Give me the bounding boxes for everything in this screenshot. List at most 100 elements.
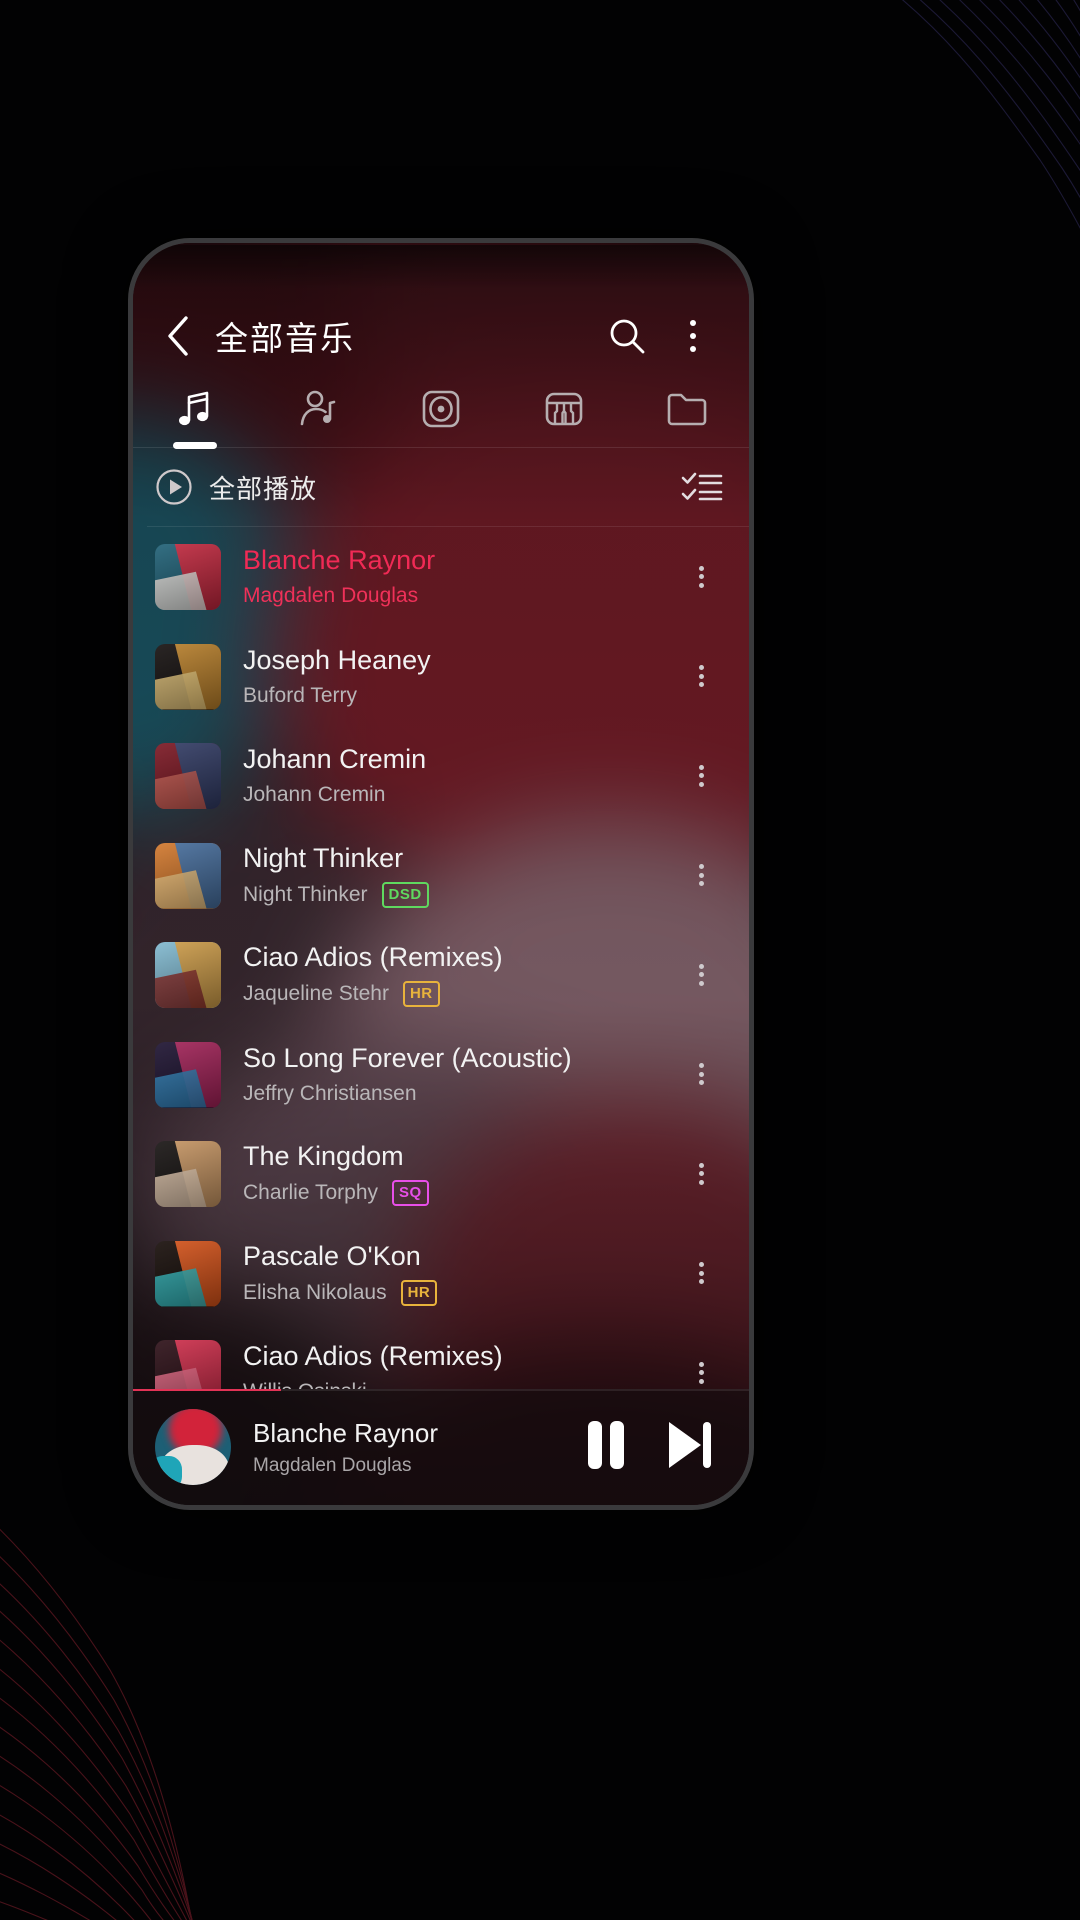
- song-artist-line: Elisha Nikolaus HR: [243, 1279, 438, 1306]
- now-playing-controls: [583, 1417, 715, 1478]
- now-playing-artist: Magdalen Douglas: [253, 1454, 412, 1476]
- song-artist: Magdalen Douglas: [243, 584, 419, 608]
- quality-badge: DSD: [381, 881, 429, 908]
- album-disc-icon: [422, 390, 460, 428]
- song-meta: Night Thinker Night Thinker DSD: [243, 843, 429, 908]
- play-circle-icon: [156, 469, 192, 505]
- next-button[interactable]: [663, 1417, 715, 1478]
- appbar-actions: [597, 306, 723, 366]
- song-meta: The Kingdom Charlie Torphy SQ: [243, 1141, 429, 1207]
- song-overflow-button[interactable]: [675, 1323, 727, 1389]
- song-meta: Joseph Heaney Buford Terry: [243, 645, 431, 708]
- phone-screen: 全部音乐 全部播放 Blanche Raynor Magdalen Dougla…: [133, 243, 749, 1505]
- song-title: Ciao Adios (Remixes): [243, 1341, 503, 1372]
- song-artist-line: Night Thinker DSD: [243, 881, 429, 908]
- appbar-top-accent-line: [133, 243, 749, 245]
- tabs-divider: [133, 447, 749, 448]
- song-artist-line: Charlie Torphy SQ: [243, 1180, 429, 1207]
- appbar-title-row: 全部音乐: [133, 301, 749, 371]
- song-row[interactable]: Ciao Adios (Remixes) Willis Osinski: [133, 1323, 749, 1389]
- song-title: Night Thinker: [243, 842, 404, 873]
- tab-genres[interactable]: [503, 371, 626, 447]
- album-art-thumbnail: [155, 1240, 221, 1307]
- song-artist-line: Buford Terry: [243, 684, 431, 708]
- song-meta: Blanche Raynor Magdalen Douglas: [243, 545, 435, 608]
- song-title: Pascale O'Kon: [243, 1240, 421, 1271]
- song-overflow-button[interactable]: [675, 527, 727, 627]
- album-art-thumbnail: [155, 1041, 221, 1108]
- song-overflow-button[interactable]: [675, 1224, 727, 1324]
- song-title: Johann Cremin: [243, 744, 427, 775]
- album-art-thumbnail: [155, 743, 221, 809]
- song-title: Ciao Adios (Remixes): [243, 942, 503, 973]
- song-meta: Ciao Adios (Remixes) Willis Osinski: [243, 1341, 503, 1389]
- song-artist: Night Thinker: [243, 882, 368, 906]
- tab-folders[interactable]: [626, 371, 749, 447]
- album-art-thumbnail: [155, 643, 221, 710]
- artist-icon: [300, 390, 336, 426]
- song-overflow-button[interactable]: [675, 925, 727, 1025]
- song-title: The Kingdom: [243, 1141, 404, 1172]
- album-art-thumbnail: [155, 942, 221, 1008]
- tab-artists[interactable]: [256, 371, 379, 447]
- song-title: Joseph Heaney: [243, 644, 431, 675]
- song-row[interactable]: Pascale O'Kon Elisha Nikolaus HR: [133, 1224, 749, 1324]
- song-row[interactable]: The Kingdom Charlie Torphy SQ: [133, 1124, 749, 1224]
- music-note-icon: [178, 391, 208, 426]
- back-button[interactable]: [147, 314, 209, 358]
- song-row[interactable]: Joseph Heaney Buford Terry: [133, 627, 749, 727]
- play-all-divider: [147, 526, 749, 527]
- song-meta: Ciao Adios (Remixes) Jaqueline Stehr HR: [243, 942, 503, 1008]
- song-title: Blanche Raynor: [243, 545, 436, 576]
- album-art-thumbnail: [155, 1340, 221, 1389]
- song-meta: Pascale O'Kon Elisha Nikolaus HR: [243, 1240, 438, 1306]
- now-playing-title: Blanche Raynor: [253, 1417, 438, 1448]
- now-playing-artwork[interactable]: [155, 1409, 231, 1485]
- song-overflow-button[interactable]: [675, 1025, 727, 1125]
- quality-badge: HR: [400, 1279, 438, 1306]
- song-overflow-button[interactable]: [675, 1124, 727, 1224]
- song-row[interactable]: Blanche Raynor Magdalen Douglas: [133, 527, 749, 627]
- folder-icon: [668, 393, 707, 426]
- song-artist-line: Jeffry Christiansen: [243, 1082, 572, 1106]
- song-artist: Elisha Nikolaus: [243, 1280, 387, 1304]
- song-meta: Johann Cremin Johann Cremin: [243, 744, 426, 807]
- song-artist: Buford Terry: [243, 683, 357, 707]
- pause-button[interactable]: [583, 1417, 629, 1478]
- album-art-thumbnail: [155, 544, 221, 610]
- multiselect-button[interactable]: [681, 470, 723, 504]
- quality-badge: SQ: [392, 1180, 429, 1207]
- play-all-left[interactable]: 全部播放: [155, 468, 317, 506]
- tab-songs[interactable]: [133, 371, 256, 449]
- song-list[interactable]: Blanche Raynor Magdalen Douglas Joseph Hea…: [133, 527, 749, 1389]
- song-row[interactable]: Night Thinker Night Thinker DSD: [133, 826, 749, 926]
- song-artist-line: Johann Cremin: [243, 783, 426, 807]
- song-artist-line: Magdalen Douglas: [243, 584, 435, 608]
- song-row[interactable]: So Long Forever (Acoustic) Jeffry Christi…: [133, 1025, 749, 1125]
- category-tabs: [133, 371, 749, 449]
- now-playing-meta: Blanche Raynor Magdalen Douglas: [253, 1418, 583, 1477]
- play-all-row[interactable]: 全部播放: [133, 448, 749, 526]
- song-artist-line: Willis Osinski: [243, 1380, 503, 1389]
- song-overflow-button[interactable]: [675, 726, 727, 826]
- song-row[interactable]: Johann Cremin Johann Cremin: [133, 726, 749, 826]
- more-vertical-icon: [690, 320, 696, 352]
- search-button[interactable]: [597, 306, 657, 366]
- quality-badge: HR: [402, 981, 440, 1008]
- song-artist-line: Jaqueline Stehr HR: [243, 981, 503, 1008]
- song-title: So Long Forever (Acoustic): [243, 1042, 572, 1073]
- song-overflow-button[interactable]: [675, 627, 727, 727]
- album-art-thumbnail: [155, 1141, 221, 1207]
- skip-next-icon: [669, 1421, 711, 1468]
- search-icon: [610, 319, 645, 354]
- album-art-thumbnail: [155, 842, 221, 909]
- song-row[interactable]: Ciao Adios (Remixes) Jaqueline Stehr HR: [133, 925, 749, 1025]
- song-artist: Jeffry Christiansen: [243, 1081, 417, 1105]
- play-all-label: 全部播放: [209, 473, 318, 504]
- song-overflow-button[interactable]: [675, 826, 727, 926]
- tab-albums[interactable]: [379, 371, 502, 447]
- song-artist: Charlie Torphy: [243, 1181, 379, 1205]
- now-playing-bar[interactable]: Blanche Raynor Magdalen Douglas: [133, 1389, 749, 1505]
- overflow-menu-button[interactable]: [663, 306, 723, 366]
- pause-icon: [588, 1420, 624, 1469]
